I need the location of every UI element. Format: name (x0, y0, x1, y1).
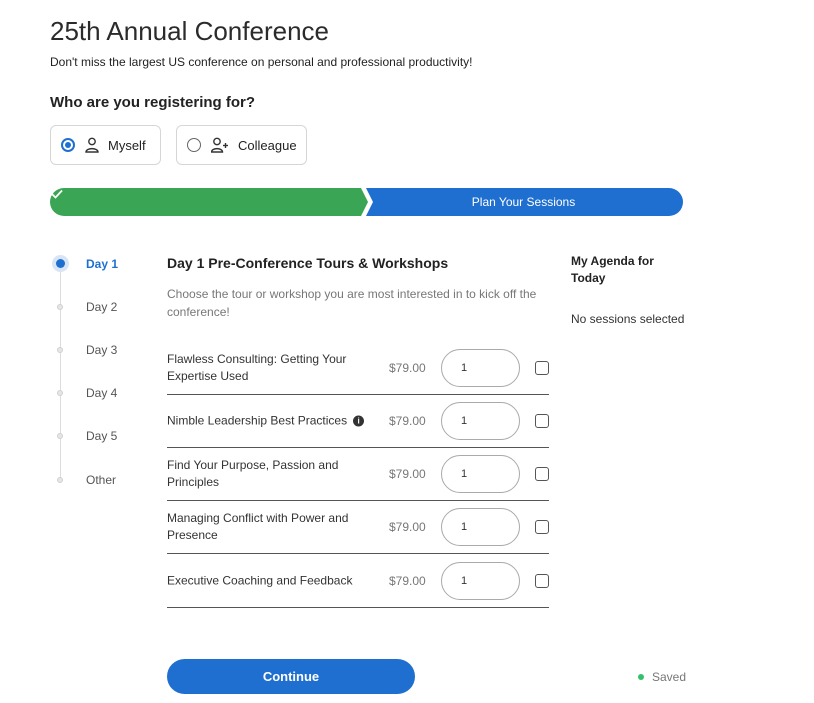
session-checkbox[interactable] (535, 520, 549, 534)
session-price: $79.00 (389, 414, 426, 428)
session-checkbox[interactable] (535, 467, 549, 481)
myself-label: Myself (108, 137, 146, 153)
session-quantity-input[interactable] (441, 402, 520, 440)
saved-status-text: Saved (652, 670, 687, 684)
day-4-marker (57, 390, 63, 396)
session-quantity-input[interactable] (441, 349, 520, 387)
info-icon[interactable]: i (353, 415, 365, 427)
colleague-radio[interactable] (187, 138, 201, 152)
session-row: Nimble Leadership Best Practices i $79.00 (167, 395, 549, 448)
option-myself[interactable]: Myself (50, 125, 161, 165)
myself-radio[interactable] (61, 138, 75, 152)
check-icon (51, 189, 63, 199)
session-name-wrap: Nimble Leadership Best Practices i (167, 413, 367, 430)
session-name: Executive Coaching and Feedback (167, 573, 353, 588)
progress-current-label: Plan Your Sessions (471, 195, 576, 209)
progress-bar: Plan Your Sessions (50, 188, 683, 216)
registration-question: Who are you registering for? (50, 94, 256, 111)
session-quantity-input[interactable] (441, 508, 520, 546)
person-icon (85, 137, 99, 153)
day-stepper-line (60, 263, 61, 481)
agenda-title: My Agenda for Today (571, 254, 654, 285)
status-dot-icon (638, 674, 644, 680)
session-price: $79.00 (389, 361, 426, 375)
day-tab-2[interactable]: Day 2 (86, 300, 117, 314)
day-1-marker (52, 255, 69, 272)
session-row: Flawless Consulting: Getting Your Expert… (167, 342, 549, 395)
session-name: Find Your Purpose, Passion and Principle… (167, 458, 339, 489)
session-name: Managing Conflict with Power and Presenc… (167, 511, 349, 542)
session-checkbox[interactable] (535, 414, 549, 428)
session-checkbox[interactable] (535, 574, 549, 588)
session-quantity-input[interactable] (441, 562, 520, 600)
person-add-icon (211, 137, 228, 153)
session-row: Executive Coaching and Feedback $79.00 (167, 555, 549, 608)
saved-status: Saved (638, 670, 686, 684)
session-quantity-input[interactable] (441, 455, 520, 493)
session-name: Flawless Consulting: Getting Your Expert… (167, 352, 347, 383)
session-price: $79.00 (389, 520, 426, 534)
day-tab-other[interactable]: Other (86, 473, 116, 487)
day-tab-5[interactable]: Day 5 (86, 429, 117, 443)
day-tab-1[interactable]: Day 1 (86, 257, 118, 271)
session-row: Find Your Purpose, Passion and Principle… (167, 448, 549, 501)
page-title: 25th Annual Conference (50, 16, 329, 46)
progress-completed-step (50, 188, 368, 216)
session-row: Managing Conflict with Power and Presenc… (167, 501, 549, 554)
day-5-marker (57, 433, 63, 439)
other-marker (57, 477, 63, 483)
day-3-marker (57, 347, 63, 353)
agenda-empty-text: No sessions selected (571, 312, 685, 326)
day-tab-3[interactable]: Day 3 (86, 343, 117, 357)
session-checkbox[interactable] (535, 361, 549, 375)
day-2-marker (57, 304, 63, 310)
section-description: Choose the tour or workshop you are most… (167, 287, 537, 319)
session-price: $79.00 (389, 574, 426, 588)
session-price: $79.00 (389, 467, 426, 481)
section-title: Day 1 Pre-Conference Tours & Workshops (167, 255, 449, 271)
colleague-label: Colleague (238, 137, 297, 153)
session-name: Nimble Leadership Best Practices (167, 413, 348, 428)
day-tab-4[interactable]: Day 4 (86, 386, 117, 400)
option-colleague[interactable]: Colleague (176, 125, 307, 165)
continue-button[interactable]: Continue (167, 659, 415, 694)
page-subtitle: Don't miss the largest US conference on … (50, 55, 473, 69)
